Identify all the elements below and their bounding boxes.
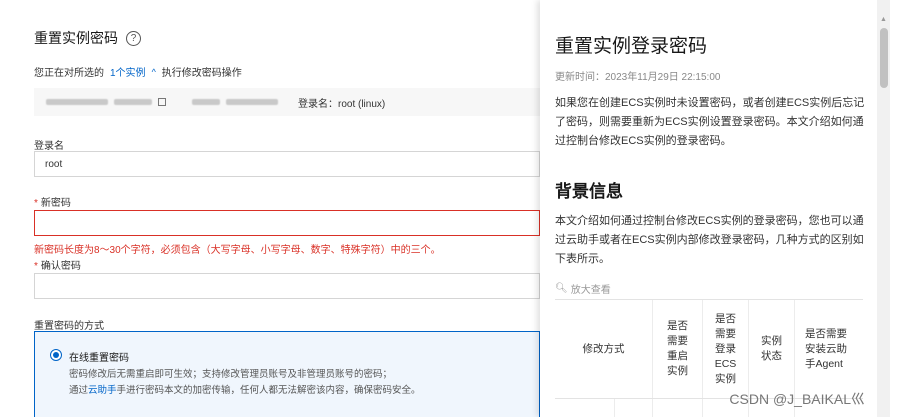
ip-redacted-2 bbox=[226, 99, 278, 105]
cloud-assistant-link[interactable]: 云助手 bbox=[88, 385, 117, 396]
doc-scrollbar[interactable]: ▲ bbox=[877, 0, 890, 417]
zoom-label: 放大查看 bbox=[570, 285, 611, 296]
watermark: CSDN @J_BAIKAL巛 bbox=[729, 391, 865, 407]
table-header-cell: 修改方式 bbox=[555, 300, 653, 398]
login-name-label: 登录名 bbox=[34, 141, 64, 152]
table-header-cell: 是否需要安装云助手Agent bbox=[805, 327, 847, 370]
selected-prefix: 您正在对所选的 bbox=[34, 68, 104, 79]
login-name-value: root bbox=[45, 158, 63, 170]
magnifier-icon: 🔍︎ bbox=[555, 283, 568, 294]
selected-instances-link[interactable]: 1个实例 bbox=[110, 64, 146, 79]
new-password-error: 新密码长度为8～30个字符，必须包含（大写字母、小写字母、数字、特殊字符）中的三… bbox=[34, 245, 441, 256]
confirm-password-label-row: * 确认密码 bbox=[34, 261, 81, 272]
doc-intro: 如果您在创建ECS实例时未设置密码，或者创建ECS实例后忘记了密码，则需要重新为… bbox=[555, 97, 865, 147]
desc2-suffix: 手进行密码本文的加密传输，任何人都无法解密该内容，确保密码安全。 bbox=[116, 385, 421, 396]
selected-instances-line: 您正在对所选的 1个实例 ^ 执行修改密码操作 bbox=[34, 64, 242, 80]
selected-suffix: 执行修改密码操作 bbox=[161, 68, 242, 79]
online-reset-desc-1: 密码修改后无需重启即可生效；支持修改管理员账号及非管理员账号的密码； bbox=[69, 369, 393, 380]
zoom-view-button[interactable]: 🔍︎ 放大查看 bbox=[555, 281, 611, 296]
table-cell bbox=[555, 399, 615, 417]
desc2-prefix: 通过 bbox=[69, 385, 89, 396]
online-reset-option[interactable]: 在线重置密码 密码修改后无需重启即可生效；支持修改管理员账号及非管理员账号的密码… bbox=[34, 331, 540, 417]
table-header-cell: 实例状态 bbox=[749, 300, 795, 398]
login-name-field[interactable]: root bbox=[34, 151, 540, 177]
table-cell bbox=[653, 399, 703, 417]
ip-redacted-1 bbox=[192, 99, 220, 105]
instance-login-name: 登录名：root (linux) bbox=[298, 98, 386, 110]
new-password-label-row: * 新密码 bbox=[34, 198, 71, 209]
online-reset-radio[interactable] bbox=[50, 349, 62, 361]
online-reset-title: 在线重置密码 bbox=[69, 353, 129, 364]
form-title: 重置实例密码 bbox=[34, 30, 118, 46]
doc-panel: 重置实例登录密码 更新时间：2023年11月29日 22:15:00 如果您在创… bbox=[540, 0, 877, 417]
form-title-row: 重置实例密码 ? bbox=[34, 28, 141, 48]
table-header-cell: 是否需要重启实例 bbox=[653, 300, 703, 398]
page-edge bbox=[890, 0, 910, 417]
help-icon[interactable]: ? bbox=[126, 30, 141, 46]
table-cell bbox=[615, 399, 653, 417]
scroll-up-icon[interactable]: ▲ bbox=[880, 16, 887, 23]
new-password-label: 新密码 bbox=[40, 198, 71, 209]
reset-password-form: 重置实例密码 ? 您正在对所选的 1个实例 ^ 执行修改密码操作 登录名：roo… bbox=[0, 0, 540, 417]
online-reset-desc-2: 通过云助手手进行密码本文的加密传输，任何人都无法解密该内容，确保密码安全。 bbox=[69, 382, 421, 396]
instance-row: 登录名：root (linux) bbox=[34, 88, 540, 116]
confirm-password-field[interactable] bbox=[34, 273, 540, 299]
new-password-field[interactable] bbox=[34, 210, 540, 236]
instance-name-redacted bbox=[114, 99, 152, 105]
section-text: 本文介绍如何通过控制台修改ECS实例的登录密码，您也可以通过云助手或者在ECS实… bbox=[555, 215, 864, 265]
instance-id-redacted bbox=[46, 99, 108, 105]
reset-method-label: 重置密码的方式 bbox=[34, 321, 104, 332]
doc-title: 重置实例登录密码 bbox=[555, 36, 708, 57]
doc-updated-time: 更新时间：2023年11月29日 22:15:00 bbox=[555, 72, 721, 83]
copy-icon[interactable] bbox=[158, 98, 166, 106]
table-header-cell: 是否需要登录ECS实例 bbox=[703, 300, 749, 398]
section-heading: 背景信息 bbox=[555, 182, 623, 201]
chevron-up-icon[interactable]: ^ bbox=[152, 67, 156, 77]
scrollbar-thumb[interactable] bbox=[880, 28, 888, 88]
confirm-password-label: 确认密码 bbox=[40, 261, 81, 272]
